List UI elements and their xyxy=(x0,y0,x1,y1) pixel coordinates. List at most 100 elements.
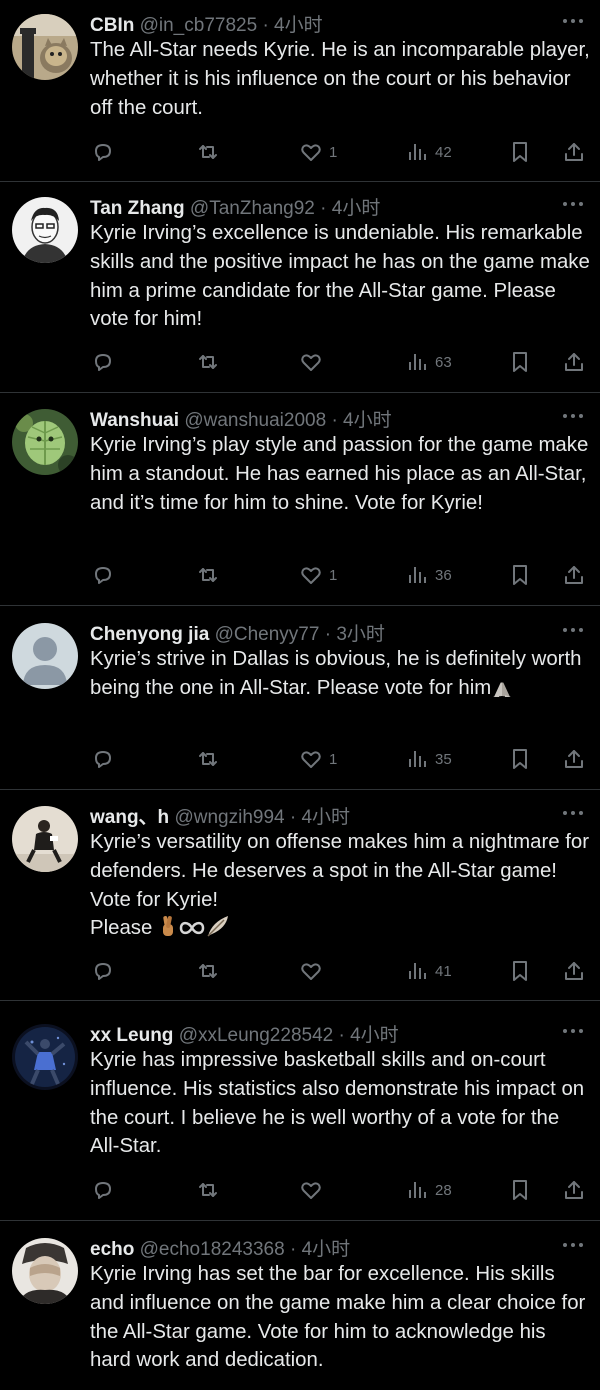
share-button[interactable] xyxy=(562,957,586,985)
tweet-text: Kyrie’s versatility on offense makes him… xyxy=(90,828,590,947)
separator-dot: · xyxy=(289,807,297,828)
action-bar: 41 xyxy=(0,957,600,985)
user-handle[interactable]: @Chenyy77 xyxy=(215,624,320,645)
more-icon[interactable] xyxy=(562,810,584,828)
like-button[interactable] xyxy=(299,957,329,985)
views-button[interactable]: 35 xyxy=(405,745,452,773)
timestamp[interactable]: 4小时 xyxy=(274,15,323,36)
share-icon xyxy=(562,350,586,374)
timestamp[interactable]: 4小时 xyxy=(350,1025,399,1046)
display-name[interactable]: Tan Zhang xyxy=(90,198,185,219)
share-button[interactable] xyxy=(562,561,586,589)
views-button[interactable]: 42 xyxy=(405,138,452,166)
retweet-button[interactable] xyxy=(196,745,220,773)
reply-button[interactable] xyxy=(91,1176,115,1204)
user-handle[interactable]: @in_cb77825 xyxy=(140,15,258,36)
reply-button[interactable] xyxy=(91,561,115,589)
avatar[interactable] xyxy=(12,1238,78,1304)
tweet[interactable]: wang、h @wngzih994 · 4小时 Kyrie’s versatil… xyxy=(0,802,600,998)
retweet-button[interactable] xyxy=(196,348,220,376)
leaf-mask-avatar xyxy=(12,409,78,475)
tweet-text-line: Please xyxy=(90,914,590,947)
views-button[interactable]: 28 xyxy=(405,1176,452,1204)
retweet-button[interactable] xyxy=(196,561,220,589)
avatar[interactable] xyxy=(12,623,78,689)
avatar[interactable] xyxy=(12,409,78,475)
user-handle[interactable]: @wngzih994 xyxy=(174,807,284,828)
bookmark-icon xyxy=(508,747,532,771)
more-icon[interactable] xyxy=(562,413,584,431)
user-handle[interactable]: @echo18243368 xyxy=(140,1239,285,1260)
timestamp[interactable]: 4小时 xyxy=(343,410,392,431)
divider xyxy=(0,181,600,182)
bookmark-icon xyxy=(508,563,532,587)
display-name[interactable]: CBIn xyxy=(90,15,134,36)
tweet-text-content: Kyrie’s versatility on offense makes him… xyxy=(90,831,590,911)
more-icon[interactable] xyxy=(562,1242,584,1260)
like-button[interactable] xyxy=(299,348,329,376)
reply-button[interactable] xyxy=(91,957,115,985)
share-button[interactable] xyxy=(562,1176,586,1204)
more-icon[interactable] xyxy=(562,1028,584,1046)
reply-icon xyxy=(91,747,115,771)
user-handle[interactable]: @TanZhang92 xyxy=(190,198,315,219)
share-button[interactable] xyxy=(562,138,586,166)
display-name[interactable]: wang、h xyxy=(90,807,169,828)
display-name[interactable]: Chenyong jia xyxy=(90,624,209,645)
timestamp[interactable]: 4小时 xyxy=(301,807,350,828)
retweet-button[interactable] xyxy=(196,1176,220,1204)
more-icon[interactable] xyxy=(562,201,584,219)
display-name[interactable]: Wanshuai xyxy=(90,410,179,431)
like-button[interactable]: 1 xyxy=(299,745,337,773)
bookmark-button[interactable] xyxy=(508,561,532,589)
divider xyxy=(0,1000,600,1001)
tweet[interactable]: CBIn @in_cb77825 · 4小时 The All-Star need… xyxy=(0,10,600,180)
share-button[interactable] xyxy=(562,348,586,376)
avatar[interactable] xyxy=(12,1024,78,1090)
tweet-text: Kyrie Irving’s play style and passion fo… xyxy=(90,434,589,514)
retweet-button[interactable] xyxy=(196,138,220,166)
retweet-button[interactable] xyxy=(196,957,220,985)
bookmark-button[interactable] xyxy=(508,348,532,376)
divider xyxy=(0,789,600,790)
views-count: 28 xyxy=(435,1181,452,1199)
bookmark-button[interactable] xyxy=(508,138,532,166)
share-icon xyxy=(562,747,586,771)
views-button[interactable]: 36 xyxy=(405,561,452,589)
bookmark-icon xyxy=(508,1178,532,1202)
tweet[interactable]: Chenyong jia @Chenyy77 · 3小时 Kyrie’s str… xyxy=(0,619,600,789)
user-handle[interactable]: @wanshuai2008 xyxy=(184,410,326,431)
tweet[interactable]: Tan Zhang @TanZhang92 · 4小时 Kyrie Irving… xyxy=(0,193,600,391)
more-icon[interactable] xyxy=(562,627,584,645)
more-icon[interactable] xyxy=(562,18,584,36)
display-name[interactable]: xx Leung xyxy=(90,1025,173,1046)
user-handle[interactable]: @xxLeung228542 xyxy=(179,1025,334,1046)
reply-button[interactable] xyxy=(91,138,115,166)
reply-icon xyxy=(91,140,115,164)
views-button[interactable]: 41 xyxy=(405,957,452,985)
share-icon xyxy=(562,959,586,983)
like-icon xyxy=(299,1178,323,1202)
reply-button[interactable] xyxy=(91,745,115,773)
reply-button[interactable] xyxy=(91,348,115,376)
tweet[interactable]: Wanshuai @wanshuai2008 · 4小时 Kyrie Irvin… xyxy=(0,405,600,603)
tweet[interactable]: xx Leung @xxLeung228542 · 4小时 Kyrie has … xyxy=(0,1020,600,1214)
like-button[interactable]: 1 xyxy=(299,138,337,166)
avatar[interactable] xyxy=(12,197,78,263)
like-button[interactable]: 1 xyxy=(299,561,337,589)
avatar[interactable] xyxy=(12,14,78,80)
timestamp[interactable]: 3小时 xyxy=(336,624,385,645)
avatar[interactable] xyxy=(12,806,78,872)
timestamp[interactable]: 4小时 xyxy=(332,198,381,219)
views-button[interactable]: 63 xyxy=(405,348,452,376)
bookmark-button[interactable] xyxy=(508,1176,532,1204)
like-button[interactable] xyxy=(299,1176,329,1204)
views-icon xyxy=(405,350,429,374)
basketball-player-avatar xyxy=(12,1024,78,1090)
bookmark-button[interactable] xyxy=(508,957,532,985)
bookmark-button[interactable] xyxy=(508,745,532,773)
tweet[interactable]: echo @echo18243368 · 4小时 Kyrie Irving ha… xyxy=(0,1234,600,1390)
timestamp[interactable]: 4小时 xyxy=(302,1239,351,1260)
share-button[interactable] xyxy=(562,745,586,773)
display-name[interactable]: echo xyxy=(90,1239,134,1260)
